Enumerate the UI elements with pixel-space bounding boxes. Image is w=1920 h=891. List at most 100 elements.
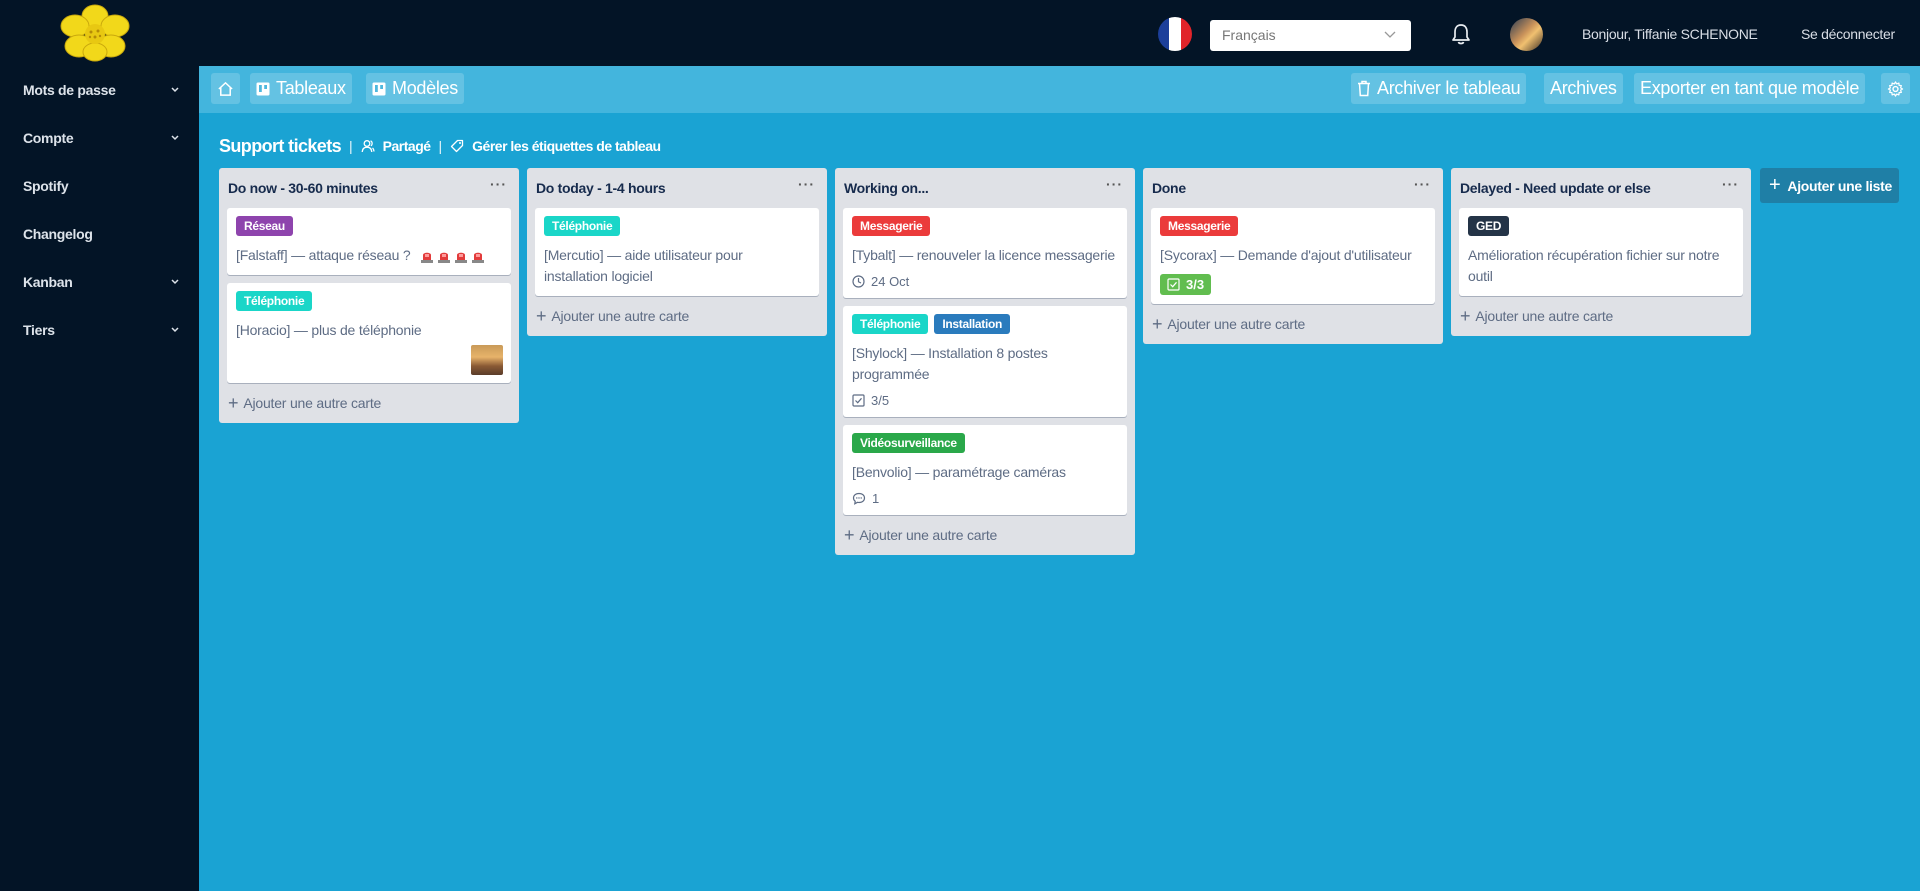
kanban-card[interactable]: Réseau [Falstaff] — attaque réseau ?	[227, 208, 511, 275]
card-title: [Mercutio] — aide utilisateur pour insta…	[544, 247, 743, 284]
flag-stripe-blue	[1158, 17, 1170, 51]
templates-button[interactable]: Modèles	[366, 73, 464, 104]
divider: |	[438, 138, 443, 154]
list-header[interactable]: Working on... ···	[835, 168, 1135, 208]
card-label: Téléphonie	[852, 314, 929, 334]
kanban-card[interactable]: Messagerie [Tybalt] — renouveler la lice…	[843, 208, 1127, 298]
siren-icon	[472, 252, 485, 263]
shared-label: Partagé	[382, 138, 431, 154]
add-card-button[interactable]: + Ajouter une autre carte	[219, 391, 519, 423]
settings-button[interactable]	[1881, 73, 1910, 104]
flower-logo-icon[interactable]	[55, 4, 135, 62]
logout-link[interactable]: Se déconnecter	[1801, 26, 1895, 42]
sidebar-item-changelog[interactable]: Changelog	[23, 226, 183, 242]
kanban-card[interactable]: Téléphonie [Mercutio] — aide utilisateur…	[535, 208, 819, 296]
siren-icon	[438, 252, 451, 263]
clock-icon	[852, 275, 865, 288]
home-button[interactable]	[211, 73, 240, 104]
kanban-card[interactable]: Téléphonie Installation [Shylock] — Inst…	[843, 306, 1127, 417]
checkbox-icon	[852, 394, 865, 407]
chevron-down-icon	[171, 279, 179, 285]
french-flag-icon[interactable]	[1158, 17, 1192, 51]
add-card-label: Ajouter une autre carte	[551, 308, 690, 324]
more-options-icon[interactable]: ···	[490, 176, 507, 192]
kanban-card[interactable]: GED Amélioration récupération fichier su…	[1459, 208, 1743, 296]
manage-labels-link[interactable]: Gérer les étiquettes de tableau	[450, 138, 661, 154]
sidebar-item-tiers[interactable]: Tiers	[23, 322, 183, 338]
plus-icon: +	[1152, 314, 1163, 334]
list-header[interactable]: Do today - 1-4 hours ···	[527, 168, 827, 208]
list-header[interactable]: Do now - 30-60 minutes ···	[219, 168, 519, 208]
sidebar-item-label: Tiers	[23, 322, 55, 338]
archives-button[interactable]: Archives	[1544, 73, 1623, 104]
home-icon	[218, 81, 233, 96]
boards-label: Tableaux	[276, 78, 346, 98]
kanban-list: Done ··· Messagerie [Sycorax] — Demande …	[1143, 168, 1443, 344]
add-card-label: Ajouter une autre carte	[859, 527, 998, 543]
templates-label: Modèles	[392, 78, 458, 98]
tag-icon	[451, 139, 464, 153]
archive-board-label: Archiver le tableau	[1377, 78, 1521, 98]
sidebar-item-kanban[interactable]: Kanban	[23, 274, 183, 290]
card-title: [Horacio] — plus de téléphonie	[236, 322, 422, 338]
card-title-text: [Falstaff] — attaque réseau ?	[236, 247, 411, 263]
list-title: Working on...	[844, 180, 929, 196]
siren-icon	[455, 252, 468, 263]
more-options-icon[interactable]: ···	[1106, 176, 1123, 192]
archive-board-button[interactable]: Archiver le tableau	[1351, 73, 1527, 104]
chevron-down-icon	[171, 135, 179, 141]
plus-icon: +	[844, 525, 855, 545]
avatar[interactable]	[1510, 18, 1543, 51]
kanban-card[interactable]: Vidéosurveillance [Benvolio] — paramétra…	[843, 425, 1127, 515]
card-label: Installation	[934, 314, 1011, 334]
language-select[interactable]: Français	[1210, 20, 1411, 51]
language-value: Français	[1222, 27, 1276, 43]
card-label: Téléphonie	[236, 291, 313, 311]
plus-icon: +	[228, 393, 239, 413]
card-cover-thumbnail	[471, 345, 503, 375]
board-icon	[256, 82, 270, 95]
card-label: Réseau	[236, 216, 293, 236]
bell-icon[interactable]	[1450, 22, 1472, 46]
sidebar-item-spotify[interactable]: Spotify	[23, 178, 183, 194]
sidebar-item-label: Compte	[23, 130, 74, 146]
board-title[interactable]: Support tickets	[219, 136, 342, 157]
manage-labels-label: Gérer les étiquettes de tableau	[472, 138, 661, 154]
shared-link[interactable]: Partagé	[361, 138, 431, 154]
plus-icon: +	[1769, 174, 1781, 196]
add-card-button[interactable]: + Ajouter une autre carte	[835, 523, 1135, 555]
plus-icon: +	[536, 306, 547, 326]
kanban-card[interactable]: Téléphonie [Horacio] — plus de téléphoni…	[227, 283, 511, 383]
add-card-button[interactable]: + Ajouter une autre carte	[527, 304, 827, 336]
card-label: GED	[1468, 216, 1510, 236]
checklist-complete-badge: 3/3	[1160, 274, 1212, 295]
kanban-card[interactable]: Messagerie [Sycorax] — Demande d'ajout d…	[1151, 208, 1435, 304]
comments-count: 1	[872, 491, 880, 506]
card-title: [Sycorax] — Demande d'ajout d'utilisateu…	[1160, 247, 1412, 263]
more-options-icon[interactable]: ···	[1722, 176, 1739, 192]
archives-label: Archives	[1550, 78, 1617, 98]
sidebar-item-label: Changelog	[23, 226, 93, 242]
due-date-text: 24 Oct	[871, 274, 910, 289]
add-card-button[interactable]: + Ajouter une autre carte	[1451, 304, 1751, 336]
boards-button[interactable]: Tableaux	[250, 73, 352, 104]
sidebar-item-account[interactable]: Compte	[23, 130, 183, 146]
list-header[interactable]: Delayed - Need update or else ···	[1451, 168, 1751, 208]
add-card-label: Ajouter une autre carte	[1167, 316, 1306, 332]
checklist-badge: 3/5	[852, 393, 1118, 408]
card-title: [Shylock] — Installation 8 postes progra…	[852, 345, 1048, 382]
more-options-icon[interactable]: ···	[798, 176, 815, 192]
sidebar-item-passwords[interactable]: Mots de passe	[23, 82, 183, 98]
more-options-icon[interactable]: ···	[1414, 176, 1431, 192]
board-toolbar: Tableaux Modèles Archiver le tableau Arc…	[199, 66, 1920, 113]
chevron-down-icon	[171, 327, 179, 333]
card-label: Téléphonie	[544, 216, 621, 236]
add-list-button[interactable]: + Ajouter une liste	[1760, 168, 1899, 203]
kanban-list: Do today - 1-4 hours ··· Téléphonie [Mer…	[527, 168, 827, 336]
board-header: Support tickets | Partagé | Gérer les ét…	[219, 134, 661, 158]
checklist-count: 3/3	[1186, 277, 1205, 292]
export-template-button[interactable]: Exporter en tant que modèle	[1634, 73, 1866, 104]
list-header[interactable]: Done ···	[1143, 168, 1443, 208]
add-card-button[interactable]: + Ajouter une autre carte	[1143, 312, 1443, 344]
list-title: Do today - 1-4 hours	[536, 180, 666, 196]
